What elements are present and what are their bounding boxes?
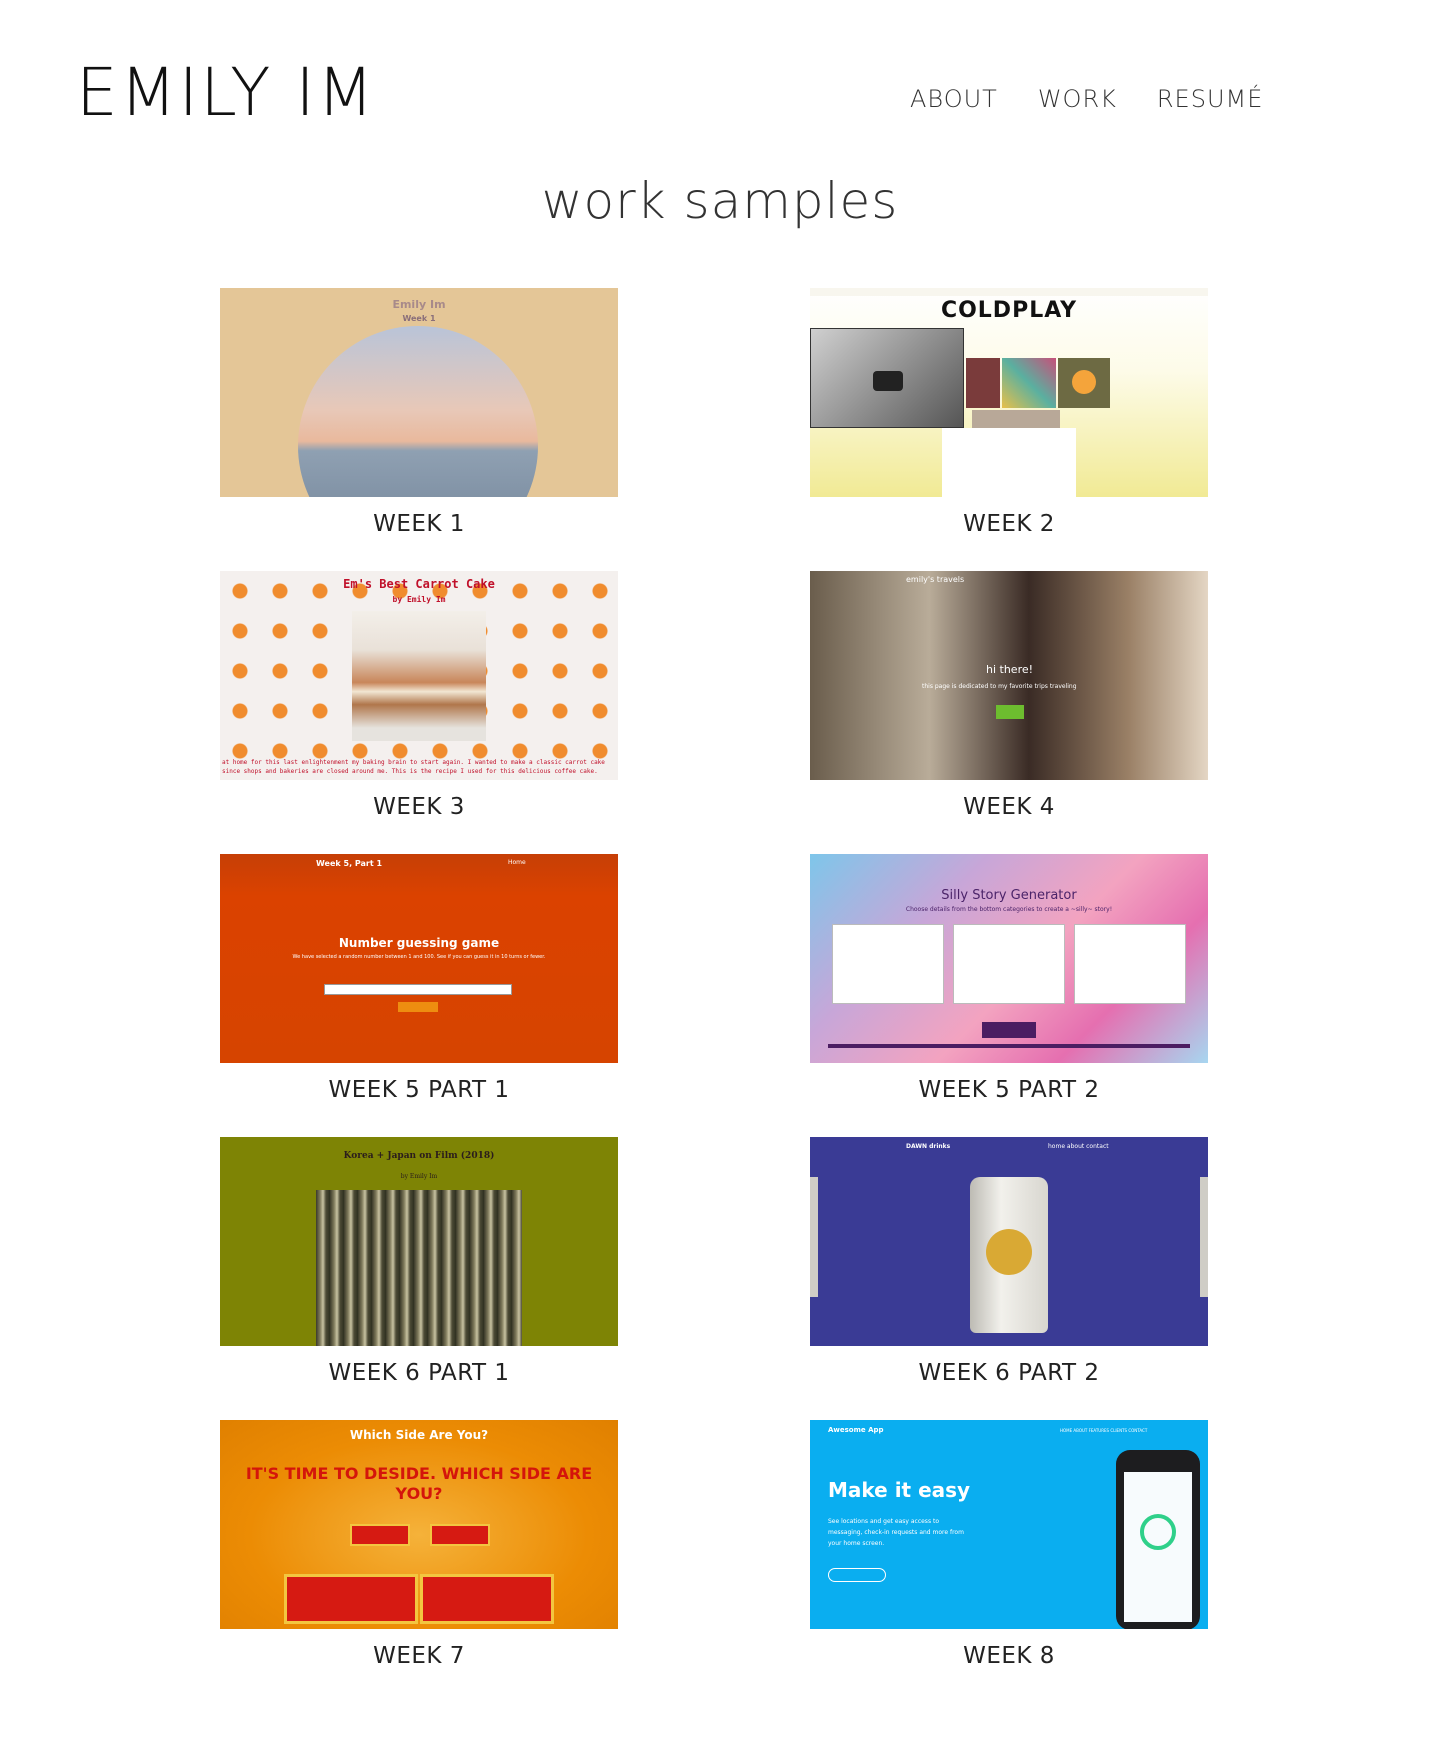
sample-thumbnail[interactable]: Korea + Japan on Film (2018) by Emily Im bbox=[220, 1137, 618, 1346]
thumb-text: IT'S TIME TO DESIDE. WHICH SIDE ARE YOU? bbox=[245, 1464, 593, 1503]
thumb-text: emily's travels bbox=[906, 575, 965, 584]
thumb-text: See locations and get easy access to mes… bbox=[828, 1518, 964, 1547]
sample-thumbnail[interactable]: Which Side Are You? IT'S TIME TO DESIDE.… bbox=[220, 1420, 618, 1629]
bamboo-forest-photo bbox=[316, 1190, 522, 1346]
sample-caption[interactable]: WEEK 6 PART 2 bbox=[810, 1360, 1208, 1386]
sample-thumbnail[interactable]: Awesome App HOME ABOUT FEATURES CLIENTS … bbox=[810, 1420, 1208, 1629]
album-cover bbox=[1058, 358, 1110, 408]
top-band bbox=[810, 288, 1208, 296]
sample-caption[interactable]: WEEK 8 bbox=[810, 1643, 1208, 1669]
video-embed bbox=[810, 328, 964, 428]
thumb-text: HOME ABOUT FEATURES CLIENTS CONTACT bbox=[1060, 1428, 1148, 1433]
thumb-text: Silly Story Generator bbox=[941, 888, 1077, 903]
nav-about[interactable]: ABOUT bbox=[910, 87, 998, 111]
thumb-text: Make it easy bbox=[828, 1478, 971, 1502]
thumb-text: Emily Im bbox=[392, 298, 446, 311]
candy-bar-image bbox=[350, 1524, 410, 1546]
candy-bar-image bbox=[430, 1524, 490, 1546]
sample-caption[interactable]: WEEK 6 PART 1 bbox=[220, 1360, 618, 1386]
sample-caption[interactable]: WEEK 4 bbox=[810, 794, 1208, 820]
sample-card-week-5-part-2[interactable]: Silly Story Generator Choose details fro… bbox=[810, 854, 1208, 1137]
thumb-text: We have selected a random number between… bbox=[292, 954, 546, 960]
sample-thumbnail[interactable]: Silly Story Generator Choose details fro… bbox=[810, 854, 1208, 1063]
thumb-text: Home bbox=[508, 859, 526, 866]
sample-card-week-7[interactable]: Which Side Are You? IT'S TIME TO DESIDE.… bbox=[220, 1420, 618, 1703]
thumb-text: Week 5, Part 1 bbox=[316, 859, 383, 868]
sample-card-week-8[interactable]: Awesome App HOME ABOUT FEATURES CLIENTS … bbox=[810, 1420, 1208, 1703]
sample-caption[interactable]: WEEK 2 bbox=[810, 511, 1208, 537]
thumb-text: Number guessing game bbox=[338, 936, 500, 950]
phone-mockup bbox=[1116, 1450, 1200, 1629]
sample-card-week-6-part-1[interactable]: Korea + Japan on Film (2018) by Emily Im… bbox=[220, 1137, 618, 1420]
nav-resume[interactable]: RESUMÉ bbox=[1157, 87, 1264, 111]
cake-photo bbox=[352, 611, 486, 741]
album-cover bbox=[942, 428, 1076, 497]
sample-caption[interactable]: WEEK 5 PART 1 bbox=[220, 1077, 618, 1103]
sample-caption[interactable]: WEEK 1 bbox=[220, 511, 618, 537]
can-edge bbox=[810, 1177, 818, 1297]
thumb-text: Em's Best Carrot Cake bbox=[343, 577, 495, 591]
form-box-preview bbox=[1074, 924, 1186, 1004]
work-samples-grid: Emily Im Week 1 WEEK 1 COLDPLAY WEEK 2 E… bbox=[220, 288, 1210, 1703]
download-button-preview bbox=[828, 1568, 886, 1582]
candy-bar-image bbox=[420, 1574, 554, 1624]
thumb-text: Choose details from the bottom categorie… bbox=[905, 906, 1113, 913]
sample-card-week-2[interactable]: COLDPLAY WEEK 2 bbox=[810, 288, 1208, 571]
generate-button-preview bbox=[982, 1022, 1036, 1038]
divider bbox=[828, 1044, 1190, 1048]
thumb-text: this page is dedicated to my favorite tr… bbox=[922, 683, 1077, 690]
album-cover bbox=[1002, 358, 1056, 408]
sample-card-week-3[interactable]: Em's Best Carrot Cake by Emily Im at hom… bbox=[220, 571, 618, 854]
drink-can-image bbox=[970, 1177, 1048, 1333]
sample-thumbnail[interactable]: COLDPLAY bbox=[810, 288, 1208, 497]
album-cover bbox=[966, 358, 1000, 408]
sunset-photo bbox=[298, 326, 538, 497]
can-edge bbox=[1200, 1177, 1208, 1297]
thumb-text: hi there! bbox=[986, 663, 1034, 676]
thumb-text: COLDPLAY bbox=[940, 298, 1078, 323]
guess-input-preview bbox=[324, 984, 512, 995]
candy-bar-image bbox=[284, 1574, 418, 1624]
thumb-text: by Emily Im bbox=[400, 1173, 438, 1180]
submit-button-preview bbox=[398, 1002, 438, 1012]
thumb-text: Awesome App bbox=[828, 1426, 884, 1434]
sample-card-week-1[interactable]: Emily Im Week 1 WEEK 1 bbox=[220, 288, 618, 571]
go-button-preview bbox=[996, 705, 1024, 719]
form-box-preview bbox=[953, 924, 1065, 1004]
thumb-text: at home for this last enlightenment my b… bbox=[222, 759, 605, 775]
sample-card-week-4[interactable]: emily's travels hi there! this page is d… bbox=[810, 571, 1208, 854]
sample-card-week-5-part-1[interactable]: Week 5, Part 1 Home Number guessing game… bbox=[220, 854, 618, 1137]
form-box-preview bbox=[832, 924, 944, 1004]
thumb-text: Week 1 bbox=[402, 314, 436, 323]
thumb-text: Korea + Japan on Film (2018) bbox=[343, 1151, 495, 1161]
site-header: EMILY IM ABOUT WORK RESUMÉ bbox=[0, 0, 1440, 160]
play-icon bbox=[873, 371, 903, 391]
sample-caption[interactable]: WEEK 7 bbox=[220, 1643, 618, 1669]
thumb-text: home about contact bbox=[1048, 1143, 1109, 1150]
page-title: work samples bbox=[541, 172, 899, 230]
thumb-text: Which Side Are You? bbox=[349, 1428, 489, 1442]
thumb-text: by Emily Im bbox=[392, 595, 446, 604]
sample-card-week-6-part-2[interactable]: DAWN drinks home about contact WEEK 6 PA… bbox=[810, 1137, 1208, 1420]
sample-thumbnail[interactable]: DAWN drinks home about contact bbox=[810, 1137, 1208, 1346]
sample-caption[interactable]: WEEK 5 PART 2 bbox=[810, 1077, 1208, 1103]
main-nav: ABOUT WORK RESUMÉ bbox=[910, 87, 1263, 111]
site-logo[interactable]: EMILY IM bbox=[76, 60, 376, 126]
sample-thumbnail[interactable]: emily's travels hi there! this page is d… bbox=[810, 571, 1208, 780]
sample-thumbnail[interactable]: Week 5, Part 1 Home Number guessing game… bbox=[220, 854, 618, 1063]
sample-thumbnail[interactable]: Em's Best Carrot Cake by Emily Im at hom… bbox=[220, 571, 618, 780]
nav-work[interactable]: WORK bbox=[1038, 87, 1117, 111]
thumb-text: DAWN drinks bbox=[906, 1143, 951, 1150]
sample-thumbnail[interactable]: Emily Im Week 1 bbox=[220, 288, 618, 497]
sample-caption[interactable]: WEEK 3 bbox=[220, 794, 618, 820]
